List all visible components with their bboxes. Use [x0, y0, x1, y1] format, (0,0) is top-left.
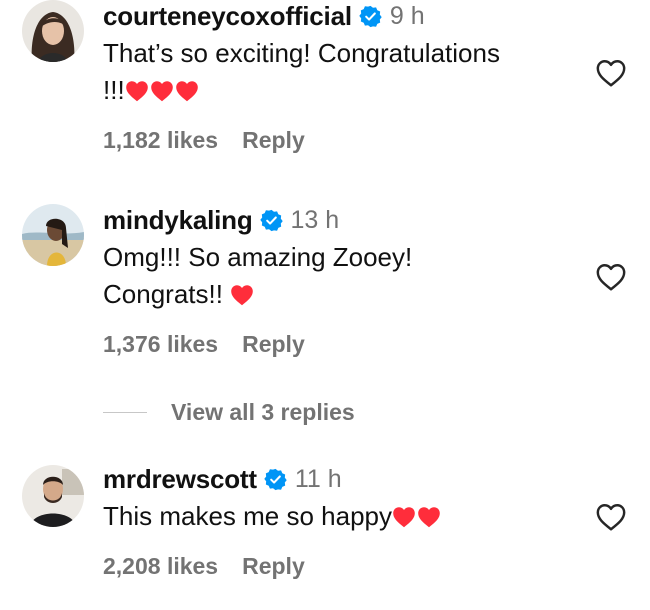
comment-text-line: That’s so exciting! Congratulations	[103, 38, 500, 68]
heart-outline-icon[interactable]	[595, 58, 627, 88]
timestamp[interactable]: 9 h	[390, 2, 425, 31]
comment-text: Omg!!! So amazing Zooey! Congrats!!	[103, 239, 573, 313]
likes-count[interactable]: 2,208 likes	[103, 553, 218, 579]
reply-button[interactable]: Reply	[242, 553, 305, 579]
comment-text-fragment: This makes me so happy	[103, 501, 393, 531]
divider-line	[103, 411, 147, 413]
comment-text-fragment: !!!	[103, 75, 125, 105]
comment-text-line: This makes me so happy	[103, 498, 573, 535]
verified-badge-icon	[359, 5, 382, 28]
heart-outline-icon[interactable]	[595, 262, 627, 292]
red-heart-emoji-icon	[392, 506, 416, 528]
verified-badge-icon	[260, 209, 283, 232]
comment-meta: 1,376 likes Reply	[103, 331, 305, 358]
verified-badge-icon	[264, 468, 287, 491]
comment-text: That’s so exciting! Congratulations !!!	[103, 35, 573, 109]
timestamp[interactable]: 13 h	[291, 206, 340, 235]
comment-text-fragment: Congrats!!	[103, 279, 231, 309]
likes-count[interactable]: 1,376 likes	[103, 331, 218, 357]
comment-meta: 1,182 likes Reply	[103, 127, 305, 154]
red-heart-emoji-icon	[417, 506, 441, 528]
view-replies-button[interactable]: View all 3 replies	[103, 398, 355, 426]
comment-text-line: Congrats!!	[103, 276, 573, 313]
comment-text-line: !!!	[103, 72, 573, 109]
red-heart-emoji-icon	[230, 284, 254, 306]
red-heart-emoji-icon	[150, 80, 174, 102]
reply-button[interactable]: Reply	[242, 127, 305, 153]
red-heart-emoji-icon	[175, 80, 199, 102]
avatar[interactable]	[22, 204, 84, 266]
timestamp[interactable]: 11 h	[295, 465, 342, 494]
red-heart-emoji-icon	[125, 80, 149, 102]
comment-text: This makes me so happy	[103, 498, 573, 535]
reply-button[interactable]: Reply	[242, 331, 305, 357]
username-link[interactable]: mindykaling	[103, 205, 253, 236]
avatar[interactable]	[22, 0, 84, 62]
comment-meta: 2,208 likes Reply	[103, 553, 305, 580]
comment-text-line: Omg!!! So amazing Zooey!	[103, 242, 413, 272]
view-replies-label[interactable]: View all 3 replies	[171, 399, 355, 426]
comment-header: mindykaling 13 h	[103, 204, 339, 236]
username-link[interactable]: mrdrewscott	[103, 464, 257, 495]
comment-header: courteneycoxofficial 9 h	[103, 0, 425, 32]
heart-outline-icon[interactable]	[595, 502, 627, 532]
comment-header: mrdrewscott 11 h	[103, 463, 342, 495]
avatar[interactable]	[22, 465, 84, 527]
username-link[interactable]: courteneycoxofficial	[103, 1, 352, 32]
likes-count[interactable]: 1,182 likes	[103, 127, 218, 153]
